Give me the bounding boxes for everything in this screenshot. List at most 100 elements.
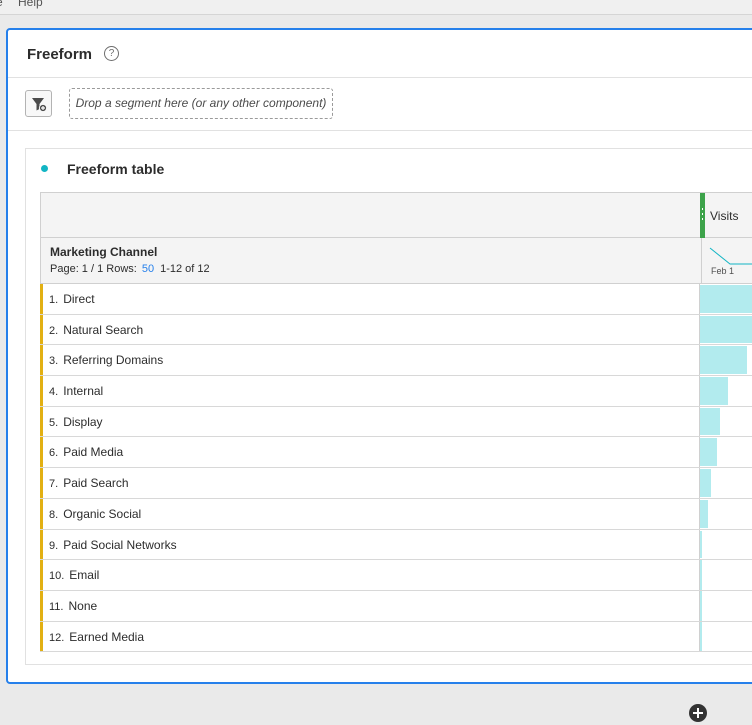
row-name: Internal (63, 384, 104, 399)
row-rank: 4. (49, 386, 59, 399)
visits-bar (700, 530, 702, 559)
status-dot[interactable] (41, 165, 48, 172)
row-label[interactable]: 5. Display (49, 415, 103, 429)
visualization-title[interactable]: Freeform table (67, 161, 164, 177)
table-row[interactable]: 9. Paid Social Networks (40, 529, 752, 561)
row-name: Paid Media (63, 445, 124, 460)
row-label[interactable]: 7. Paid Search (49, 476, 129, 490)
row-accent (40, 406, 43, 437)
row-accent (40, 621, 43, 652)
divider (8, 130, 752, 131)
row-name: Earned Media (69, 629, 145, 644)
visits-bar (700, 590, 702, 621)
visits-cell[interactable] (699, 376, 752, 406)
table-row[interactable]: 6. Paid Media (40, 437, 752, 469)
freeform-panel: Freeform ? Drop a segment here (or any o… (6, 28, 752, 684)
row-label[interactable]: 9. Paid Social Networks (49, 538, 177, 552)
metric-header-visits[interactable]: Visits (710, 209, 738, 223)
row-accent (40, 376, 43, 406)
visits-bar (700, 346, 747, 375)
visits-cell[interactable] (699, 284, 752, 314)
row-name: None (68, 598, 98, 613)
visits-cell[interactable] (699, 560, 752, 590)
table-row[interactable]: 3. Referring Domains (40, 345, 752, 377)
row-rank: 7. (49, 478, 59, 491)
rows-per-page-select[interactable]: 50 (142, 263, 154, 275)
page-label: Page: 1 / 1 (50, 263, 104, 275)
visits-cell[interactable] (699, 498, 752, 529)
table-row[interactable]: 2. Natural Search (40, 314, 752, 346)
table-row[interactable]: 10. Email (40, 560, 752, 591)
table-row[interactable]: 8. Organic Social (40, 498, 752, 530)
visits-bar (700, 499, 708, 528)
visits-cell[interactable] (699, 468, 752, 498)
menu-item-edit[interactable]: e (0, 0, 3, 9)
row-accent (40, 345, 43, 376)
row-accent (40, 590, 43, 621)
row-label[interactable]: 12. Earned Media (49, 630, 144, 644)
help-icon[interactable]: ? (104, 46, 119, 61)
row-accent (40, 498, 43, 529)
table-row[interactable]: 1. Direct (40, 284, 752, 315)
visits-bar (700, 377, 728, 405)
row-name: Direct (63, 292, 95, 306)
row-name: Paid Social Networks (63, 537, 177, 552)
row-rank: 1. (49, 294, 59, 306)
row-label[interactable]: 10. Email (49, 568, 99, 582)
row-rank: 3. (49, 355, 59, 368)
row-label[interactable]: 2. Natural Search (49, 323, 143, 337)
segment-dropzone[interactable]: Drop a segment here (or any other compon… (69, 88, 333, 119)
visits-bar (700, 315, 752, 344)
row-label[interactable]: 1. Direct (49, 292, 95, 306)
row-name: Display (63, 414, 103, 429)
row-range: 1-12 of 12 (160, 263, 210, 275)
table-row[interactable]: 5. Display (40, 406, 752, 438)
row-name: Natural Search (63, 322, 144, 337)
paging-info: Page: 1 / 1 Rows: 50 1-12 of 12 (50, 263, 210, 275)
visits-cell[interactable] (699, 437, 752, 468)
freeform-table: Visits Marketing Channel Page: 1 / 1 Row… (40, 192, 752, 653)
metric-drag-handle[interactable] (700, 193, 705, 239)
panel-title[interactable]: Freeform (27, 46, 92, 63)
table-row[interactable]: 7. Paid Search (40, 468, 752, 499)
table-row[interactable]: 4. Internal (40, 376, 752, 407)
visits-bar (700, 285, 752, 313)
row-rank: 6. (49, 447, 59, 460)
visits-cell[interactable] (699, 621, 752, 652)
row-accent (40, 529, 43, 560)
row-label[interactable]: 6. Paid Media (49, 445, 123, 459)
visits-bar (700, 438, 717, 467)
sparkline: Feb 1 (701, 238, 752, 284)
freeform-table-visualization: Freeform table Visits Marketing Channel … (25, 148, 752, 665)
visits-cell[interactable] (699, 314, 752, 345)
row-rank: 9. (49, 539, 59, 552)
visits-cell[interactable] (699, 345, 752, 376)
menu-item-help[interactable]: Help (18, 0, 43, 9)
menu-bar: e Help (0, 0, 752, 15)
row-label[interactable]: 4. Internal (49, 384, 103, 398)
table-row[interactable]: 11. None (40, 590, 752, 622)
visits-cell[interactable] (699, 406, 752, 437)
row-label[interactable]: 8. Organic Social (49, 507, 141, 521)
row-rank: 10. (49, 570, 65, 583)
row-rank: 11. (49, 600, 64, 613)
row-label[interactable]: 3. Referring Domains (49, 353, 163, 367)
row-rank: 8. (49, 508, 59, 521)
row-rank: 2. (49, 324, 59, 337)
rows-label: Rows: (106, 263, 137, 275)
visits-cell[interactable] (699, 529, 752, 560)
visits-bar (700, 621, 702, 652)
row-label[interactable]: 11. None (49, 599, 97, 613)
visits-bar (700, 407, 720, 436)
dimension-header: Marketing Channel Page: 1 / 1 Rows: 50 1-1… (40, 238, 752, 284)
segment-filter-button[interactable] (25, 90, 52, 117)
dimension-name[interactable]: Marketing Channel (50, 245, 157, 259)
row-accent (40, 468, 43, 498)
visits-bar (700, 560, 702, 590)
add-panel-icon[interactable] (689, 704, 707, 722)
row-name: Referring Domains (63, 353, 164, 368)
row-rank: 5. (49, 416, 59, 429)
table-body: 1. Direct 2. Natural Search 3. Referring Doma… (40, 284, 752, 653)
table-row[interactable]: 12. Earned Media (40, 621, 752, 653)
visits-cell[interactable] (699, 590, 752, 621)
